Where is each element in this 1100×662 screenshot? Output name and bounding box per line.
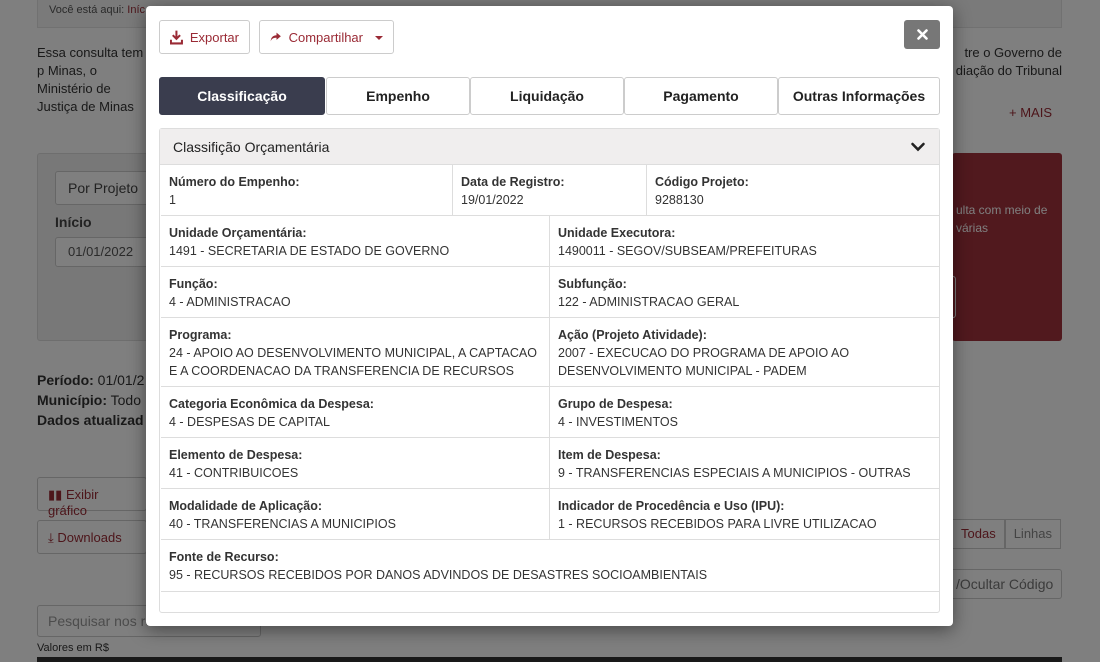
field-acao: Ação (Projeto Atividade): 2007 - EXECUCA… — [550, 318, 939, 386]
field-value: 41 - CONTRIBUICOES — [169, 466, 299, 480]
share-arrow-icon — [270, 32, 281, 42]
field-label: Unidade Executora: — [558, 226, 676, 240]
grid-row: Fonte de Recurso: 95 - RECURSOS RECEBIDO… — [161, 540, 939, 592]
grid-row: Programa: 24 - APOIO AO DESENVOLVIMENTO … — [161, 318, 939, 387]
tab-classificacao[interactable]: Classificação — [159, 77, 325, 115]
tab-outras-informacoes[interactable]: Outras Informações — [778, 77, 940, 115]
field-value: 24 - APOIO AO DESENVOLVIMENTO MUNICIPAL,… — [169, 346, 537, 378]
field-unidade-orcamentaria: Unidade Orçamentária: 1491 - SECRETARIA … — [161, 216, 550, 266]
field-value: 1490011 - SEGOV/SUBSEAM/PREFEITURAS — [558, 244, 817, 258]
close-button[interactable] — [904, 20, 940, 49]
grid-row: Número do Empenho: 1 Data de Registro: 1… — [161, 165, 939, 216]
field-categoria-economica: Categoria Econômica da Despesa: 4 - DESP… — [161, 387, 550, 437]
field-value: 122 - ADMINISTRACAO GERAL — [558, 295, 740, 309]
download-icon — [170, 30, 183, 45]
field-label: Grupo de Despesa: — [558, 397, 673, 411]
field-numero-empenho: Número do Empenho: 1 — [161, 165, 453, 215]
field-value: 1 - RECURSOS RECEBIDOS PARA LIVRE UTILIZ… — [558, 517, 877, 531]
field-elemento-despesa: Elemento de Despesa: 41 - CONTRIBUICOES — [161, 438, 550, 488]
field-value: 9288130 — [655, 193, 704, 207]
field-fonte-recurso: Fonte de Recurso: 95 - RECURSOS RECEBIDO… — [161, 540, 939, 591]
detail-tabs: Classificação Empenho Liquidação Pagamen… — [159, 77, 940, 115]
field-label: Unidade Orçamentária: — [169, 226, 307, 240]
field-programa: Programa: 24 - APOIO AO DESENVOLVIMENTO … — [161, 318, 550, 386]
field-label: Indicador de Procedência e Uso (IPU): — [558, 499, 785, 513]
field-codigo-projeto: Código Projeto: 9288130 — [647, 165, 939, 215]
field-data-registro: Data de Registro: 19/01/2022 — [453, 165, 647, 215]
empenho-details-modal: Exportar Compartilhar Classificação Empe… — [146, 6, 953, 626]
field-label: Fonte de Recurso: — [169, 550, 279, 564]
panel-title: Classifição Orçamentária — [173, 138, 330, 155]
field-funcao: Função: 4 - ADMINISTRACAO — [161, 267, 550, 317]
field-label: Número do Empenho: — [169, 175, 300, 189]
grid-row: Modalidade de Aplicação: 40 - TRANSFEREN… — [161, 489, 939, 540]
tab-empenho[interactable]: Empenho — [326, 77, 470, 115]
field-value: 1491 - SECRETARIA DE ESTADO DE GOVERNO — [169, 244, 450, 258]
field-label: Categoria Econômica da Despesa: — [169, 397, 374, 411]
field-label: Código Projeto: — [655, 175, 749, 189]
field-label: Modalidade de Aplicação: — [169, 499, 323, 513]
grid-row: Função: 4 - ADMINISTRACAO Subfunção: 122… — [161, 267, 939, 318]
field-indicador-ipu: Indicador de Procedência e Uso (IPU): 1 … — [550, 489, 939, 539]
field-grupo-despesa: Grupo de Despesa: 4 - INVESTIMENTOS — [550, 387, 939, 437]
field-label: Item de Despesa: — [558, 448, 661, 462]
grid-row: Categoria Econômica da Despesa: 4 - DESP… — [161, 387, 939, 438]
field-item-despesa: Item de Despesa: 9 - TRANSFERENCIAS ESPE… — [550, 438, 939, 488]
field-value: 40 - TRANSFERENCIAS A MUNICIPIOS — [169, 517, 396, 531]
tab-pagamento[interactable]: Pagamento — [624, 77, 778, 115]
field-label: Ação (Projeto Atividade): — [558, 328, 707, 342]
chevron-down-icon[interactable] — [910, 139, 926, 155]
field-label: Subfunção: — [558, 277, 627, 291]
field-value: 19/01/2022 — [461, 193, 524, 207]
classificacao-panel: Classifição Orçamentária Número do Empen… — [159, 128, 940, 613]
field-value: 2007 - EXECUCAO DO PROGRAMA DE APOIO AO … — [558, 346, 850, 378]
field-value: 9 - TRANSFERENCIAS ESPECIAIS A MUNICIPIO… — [558, 466, 911, 480]
export-button[interactable]: Exportar — [159, 20, 250, 54]
grid-row: Elemento de Despesa: 41 - CONTRIBUICOES … — [161, 438, 939, 489]
field-value: 4 - DESPESAS DE CAPITAL — [169, 415, 330, 429]
field-subfuncao: Subfunção: 122 - ADMINISTRACAO GERAL — [550, 267, 939, 317]
field-label: Data de Registro: — [461, 175, 565, 189]
field-value: 4 - INVESTIMENTOS — [558, 415, 678, 429]
share-button[interactable]: Compartilhar — [259, 20, 394, 54]
field-value: 4 - ADMINISTRACAO — [169, 295, 291, 309]
classification-grid: Número do Empenho: 1 Data de Registro: 1… — [161, 165, 939, 592]
caret-down-icon — [375, 36, 383, 40]
field-value: 95 - RECURSOS RECEBIDOS POR DANOS ADVIND… — [169, 568, 708, 582]
field-label: Elemento de Despesa: — [169, 448, 303, 462]
field-value: 1 — [169, 193, 176, 207]
share-label: Compartilhar — [288, 29, 363, 45]
grid-row: Unidade Orçamentária: 1491 - SECRETARIA … — [161, 216, 939, 267]
field-unidade-executora: Unidade Executora: 1490011 - SEGOV/SUBSE… — [550, 216, 939, 266]
panel-header[interactable]: Classifição Orçamentária — [160, 129, 939, 165]
tab-liquidacao[interactable]: Liquidação — [470, 77, 624, 115]
field-label: Função: — [169, 277, 218, 291]
field-modalidade-aplicacao: Modalidade de Aplicação: 40 - TRANSFEREN… — [161, 489, 550, 539]
export-label: Exportar — [189, 29, 239, 45]
field-label: Programa: — [169, 328, 232, 342]
close-icon — [916, 29, 928, 40]
